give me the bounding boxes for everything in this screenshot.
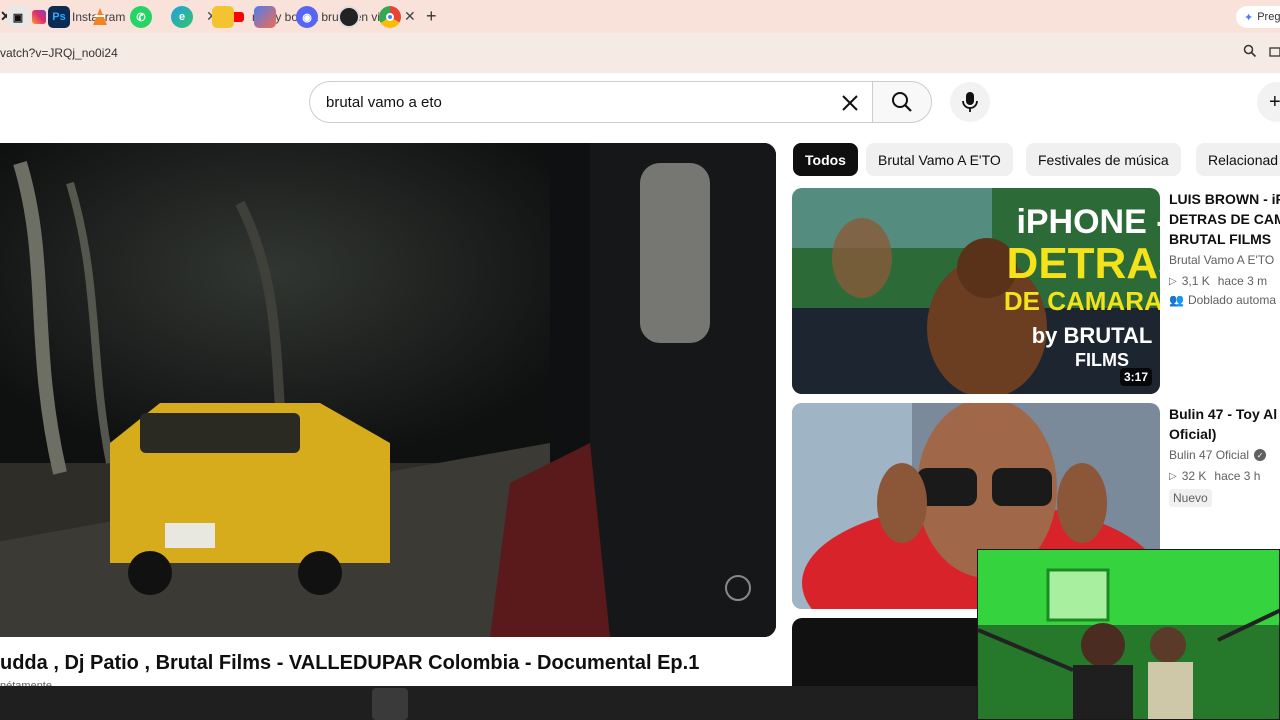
verified-icon: ✓	[1254, 449, 1267, 461]
instagram-icon	[32, 9, 46, 24]
chip-festivales[interactable]: Festivales de música	[1026, 143, 1181, 176]
gemini-star-icon: ✦	[1244, 11, 1254, 24]
chrome-icon[interactable]	[379, 6, 401, 28]
recommended-meta: ▷ 32 K hace 3 h	[1169, 469, 1280, 483]
dubbed-text: Doblado automa	[1187, 293, 1277, 307]
recommended-channel[interactable]: Bulin 47 Oficial ✓	[1169, 448, 1280, 462]
taskbar-active-indicator	[372, 688, 408, 720]
chip-todos[interactable]: Todos	[793, 143, 858, 176]
play-icon: ▷	[1169, 275, 1177, 287]
video-frame	[0, 143, 776, 637]
thumb-text-line-2: DETRAS	[1007, 239, 1160, 288]
upload-age: hace 3 h	[1214, 469, 1261, 483]
photoshop-label: Ps	[52, 11, 66, 23]
address-bar[interactable]: vatch?v=JRQj_no0i24	[0, 33, 1280, 73]
search-box[interactable]: brutal vamo a eto	[309, 81, 872, 123]
files-icon[interactable]	[212, 6, 234, 28]
recommended-info[interactable]: Bulin 47 - Toy Al Oficial) Bulin 47 Ofic…	[1169, 404, 1280, 507]
play-icon: ▷	[1169, 470, 1177, 482]
whatsapp-icon[interactable]: ✆	[130, 6, 152, 28]
chip-relacionados[interactable]: Relacionad	[1196, 143, 1280, 176]
create-button[interactable]: +	[1257, 82, 1280, 122]
people-icon: 👥	[1169, 293, 1184, 307]
thumb-text-line-4: by BRUTAL	[1032, 323, 1153, 348]
url-text[interactable]: vatch?v=JRQj_no0i24	[0, 46, 118, 60]
vlc-icon[interactable]	[89, 6, 111, 28]
search-icon	[892, 92, 912, 112]
recommended-thumbnail[interactable]: iPHONE - DETRAS DE CAMARAS by BRUTAL FIL…	[792, 188, 1160, 394]
close-tab-icon[interactable]: ✕	[404, 8, 416, 25]
copilot-icon[interactable]	[254, 6, 276, 28]
plus-icon: +	[1269, 90, 1280, 113]
channel-name[interactable]: Bulin 47 Oficial	[1169, 448, 1249, 462]
thumb-text-line-5: FILMS	[1075, 350, 1129, 370]
thumbnail-image: iPHONE - DETRAS DE CAMARAS by BRUTAL FIL…	[792, 188, 1160, 394]
webcam-image	[978, 550, 1279, 719]
zoom-icon[interactable]	[1243, 44, 1257, 58]
cast-icon[interactable]	[1269, 46, 1280, 58]
video-player[interactable]	[0, 143, 776, 637]
clear-search-icon[interactable]	[838, 91, 862, 115]
recommended-title[interactable]: Bulin 47 - Toy Al Oficial)	[1169, 404, 1280, 444]
new-badge: Nuevo	[1169, 489, 1212, 507]
new-tab-button[interactable]: +	[426, 6, 437, 27]
thumb-text-line-3: DE CAMARAS	[1004, 286, 1160, 316]
duration-badge: 3:17	[1119, 368, 1152, 386]
view-count: 3,1 K	[1181, 274, 1210, 288]
recommended-channel[interactable]: Brutal Vamo A E'TO	[1169, 253, 1280, 267]
obs-icon[interactable]	[338, 6, 360, 28]
vlc-cone	[93, 8, 107, 25]
edge-icon[interactable]: e	[171, 6, 193, 28]
upload-age: hace 3 m	[1217, 274, 1268, 288]
search-button[interactable]	[872, 81, 932, 123]
chrome-center	[386, 13, 394, 21]
microphone-icon	[962, 92, 978, 112]
screen: ✕ (4) Instagram ✕ rochy bota a brutal en…	[0, 0, 1280, 720]
dubbed-label: 👥 Doblado automa	[1169, 293, 1280, 307]
taskview-icon[interactable]: ▣	[7, 6, 29, 28]
gemini-button[interactable]: ✦ Preg	[1236, 6, 1280, 28]
voice-search-button[interactable]	[950, 82, 990, 122]
recommended-info[interactable]: LUIS BROWN - iP DETRAS DE CAM BRUTAL FIL…	[1169, 189, 1280, 307]
webcam-overlay	[977, 549, 1280, 720]
chip-brutal-vamo[interactable]: Brutal Vamo A E'TO	[866, 143, 1013, 176]
gemini-label: Preg	[1257, 11, 1280, 23]
channel-name[interactable]: Brutal Vamo A E'TO	[1169, 253, 1274, 267]
windows-taskbar	[0, 686, 977, 720]
recommended-title[interactable]: LUIS BROWN - iP DETRAS DE CAM BRUTAL FIL…	[1169, 189, 1280, 249]
photoshop-icon[interactable]: Ps	[48, 6, 70, 28]
view-count: 32 K	[1181, 469, 1207, 483]
thumb-text-line-1: iPHONE -	[1016, 203, 1160, 241]
discord-icon[interactable]: ◉	[296, 6, 318, 28]
recommended-meta: ▷ 3,1 K hace 3 m	[1169, 274, 1280, 288]
video-title: udda , Dj Patio , Brutal Films - VALLEDU…	[0, 652, 700, 674]
search-input[interactable]: brutal vamo a eto	[326, 94, 442, 111]
